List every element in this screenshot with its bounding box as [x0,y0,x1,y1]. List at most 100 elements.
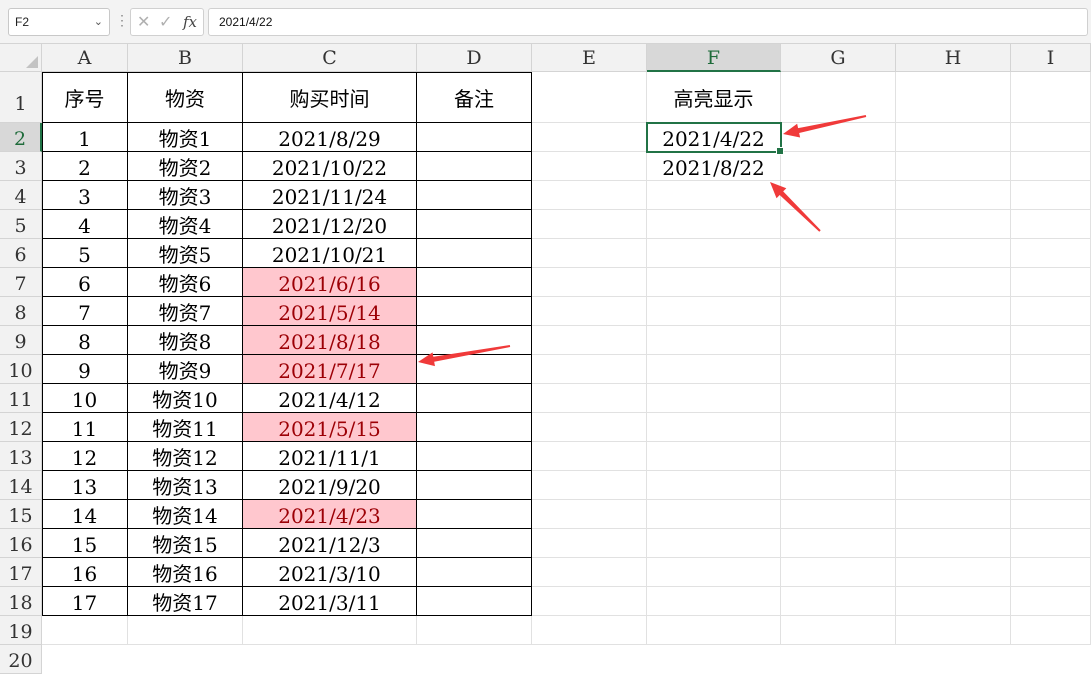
item-cell[interactable]: 物资8 [128,326,243,355]
cell[interactable] [781,181,896,210]
no-cell[interactable]: 12 [42,442,128,471]
cell[interactable] [781,297,896,326]
no-cell[interactable]: 3 [42,181,128,210]
cell[interactable] [647,268,781,297]
cell[interactable] [532,239,647,268]
date-cell[interactable]: 2021/5/15 [243,413,417,442]
item-cell[interactable]: 物资11 [128,413,243,442]
cell[interactable] [896,529,1011,558]
row-header-3[interactable]: 3 [0,152,42,181]
item-cell[interactable]: 物资13 [128,471,243,500]
no-cell[interactable]: 6 [42,268,128,297]
row-header-19[interactable]: 19 [0,616,42,645]
row-header-15[interactable]: 15 [0,500,42,529]
no-cell[interactable]: 8 [42,326,128,355]
item-cell[interactable]: 物资12 [128,442,243,471]
column-header-c[interactable]: C [243,44,417,72]
column-title-cell[interactable]: 序号 [42,72,128,123]
row-header-17[interactable]: 17 [0,558,42,587]
row-header-7[interactable]: 7 [0,268,42,297]
cell[interactable] [532,587,647,616]
note-cell[interactable] [417,239,532,268]
row-header-5[interactable]: 5 [0,210,42,239]
row-header-4[interactable]: 4 [0,181,42,210]
item-cell[interactable]: 物资4 [128,210,243,239]
cell[interactable] [896,123,1011,152]
no-cell[interactable]: 9 [42,355,128,384]
cell[interactable] [1011,442,1091,471]
cell[interactable] [781,152,896,181]
cell[interactable] [647,587,781,616]
no-cell[interactable]: 17 [42,587,128,616]
note-cell[interactable] [417,500,532,529]
item-cell[interactable]: 物资10 [128,384,243,413]
cell[interactable] [896,297,1011,326]
cell[interactable] [532,529,647,558]
cell[interactable] [532,152,647,181]
column-header-a[interactable]: A [42,44,128,72]
cell[interactable] [647,355,781,384]
column-title-cell[interactable]: 备注 [417,72,532,123]
note-cell[interactable] [417,123,532,152]
item-cell[interactable]: 物资7 [128,297,243,326]
no-cell[interactable]: 15 [42,529,128,558]
function-icon[interactable]: fx [183,9,197,35]
cell[interactable] [781,413,896,442]
note-cell[interactable] [417,297,532,326]
cell[interactable] [781,587,896,616]
row-header-20[interactable]: 20 [0,645,42,674]
date-cell[interactable]: 2021/5/14 [243,297,417,326]
cell[interactable] [781,268,896,297]
cell[interactable] [781,442,896,471]
row-header-11[interactable]: 11 [0,384,42,413]
cell[interactable] [896,471,1011,500]
note-cell[interactable] [417,442,532,471]
item-cell[interactable]: 物资6 [128,268,243,297]
cell[interactable] [532,616,647,645]
cell[interactable] [896,72,1011,123]
cell[interactable] [781,210,896,239]
cell[interactable] [781,123,896,152]
no-cell[interactable]: 16 [42,558,128,587]
note-cell[interactable] [417,384,532,413]
column-header-e[interactable]: E [532,44,647,72]
cell[interactable] [896,587,1011,616]
cell[interactable] [532,268,647,297]
item-cell[interactable]: 物资16 [128,558,243,587]
cell[interactable] [532,442,647,471]
note-cell[interactable] [417,413,532,442]
column-header-d[interactable]: D [417,44,532,72]
date-cell[interactable]: 2021/9/20 [243,471,417,500]
row-header-6[interactable]: 6 [0,239,42,268]
cell[interactable] [532,558,647,587]
cancel-icon[interactable]: ✕ [137,9,150,35]
cell[interactable] [1011,326,1091,355]
row-header-16[interactable]: 16 [0,529,42,558]
no-cell[interactable]: 7 [42,297,128,326]
item-cell[interactable]: 物资17 [128,587,243,616]
cell[interactable] [781,72,896,123]
no-cell[interactable]: 1 [42,123,128,152]
date-cell[interactable]: 2021/10/21 [243,239,417,268]
date-cell[interactable]: 2021/6/16 [243,268,417,297]
date-cell[interactable]: 2021/4/23 [243,500,417,529]
formula-input[interactable]: 2021/4/22 [208,8,1088,36]
cell[interactable] [647,384,781,413]
item-cell[interactable]: 物资9 [128,355,243,384]
cell[interactable] [532,297,647,326]
column-header-f[interactable]: F [647,44,781,72]
note-cell[interactable] [417,355,532,384]
no-cell[interactable]: 11 [42,413,128,442]
cell[interactable] [1011,72,1091,123]
no-cell[interactable]: 10 [42,384,128,413]
cell[interactable] [532,355,647,384]
cell[interactable] [781,384,896,413]
cell[interactable] [1011,123,1091,152]
cell[interactable] [781,471,896,500]
date-cell[interactable]: 2021/12/20 [243,210,417,239]
cell[interactable] [1011,558,1091,587]
row-header-8[interactable]: 8 [0,297,42,326]
cell[interactable] [417,616,532,645]
select-all-button[interactable] [0,44,42,72]
cell[interactable] [781,558,896,587]
